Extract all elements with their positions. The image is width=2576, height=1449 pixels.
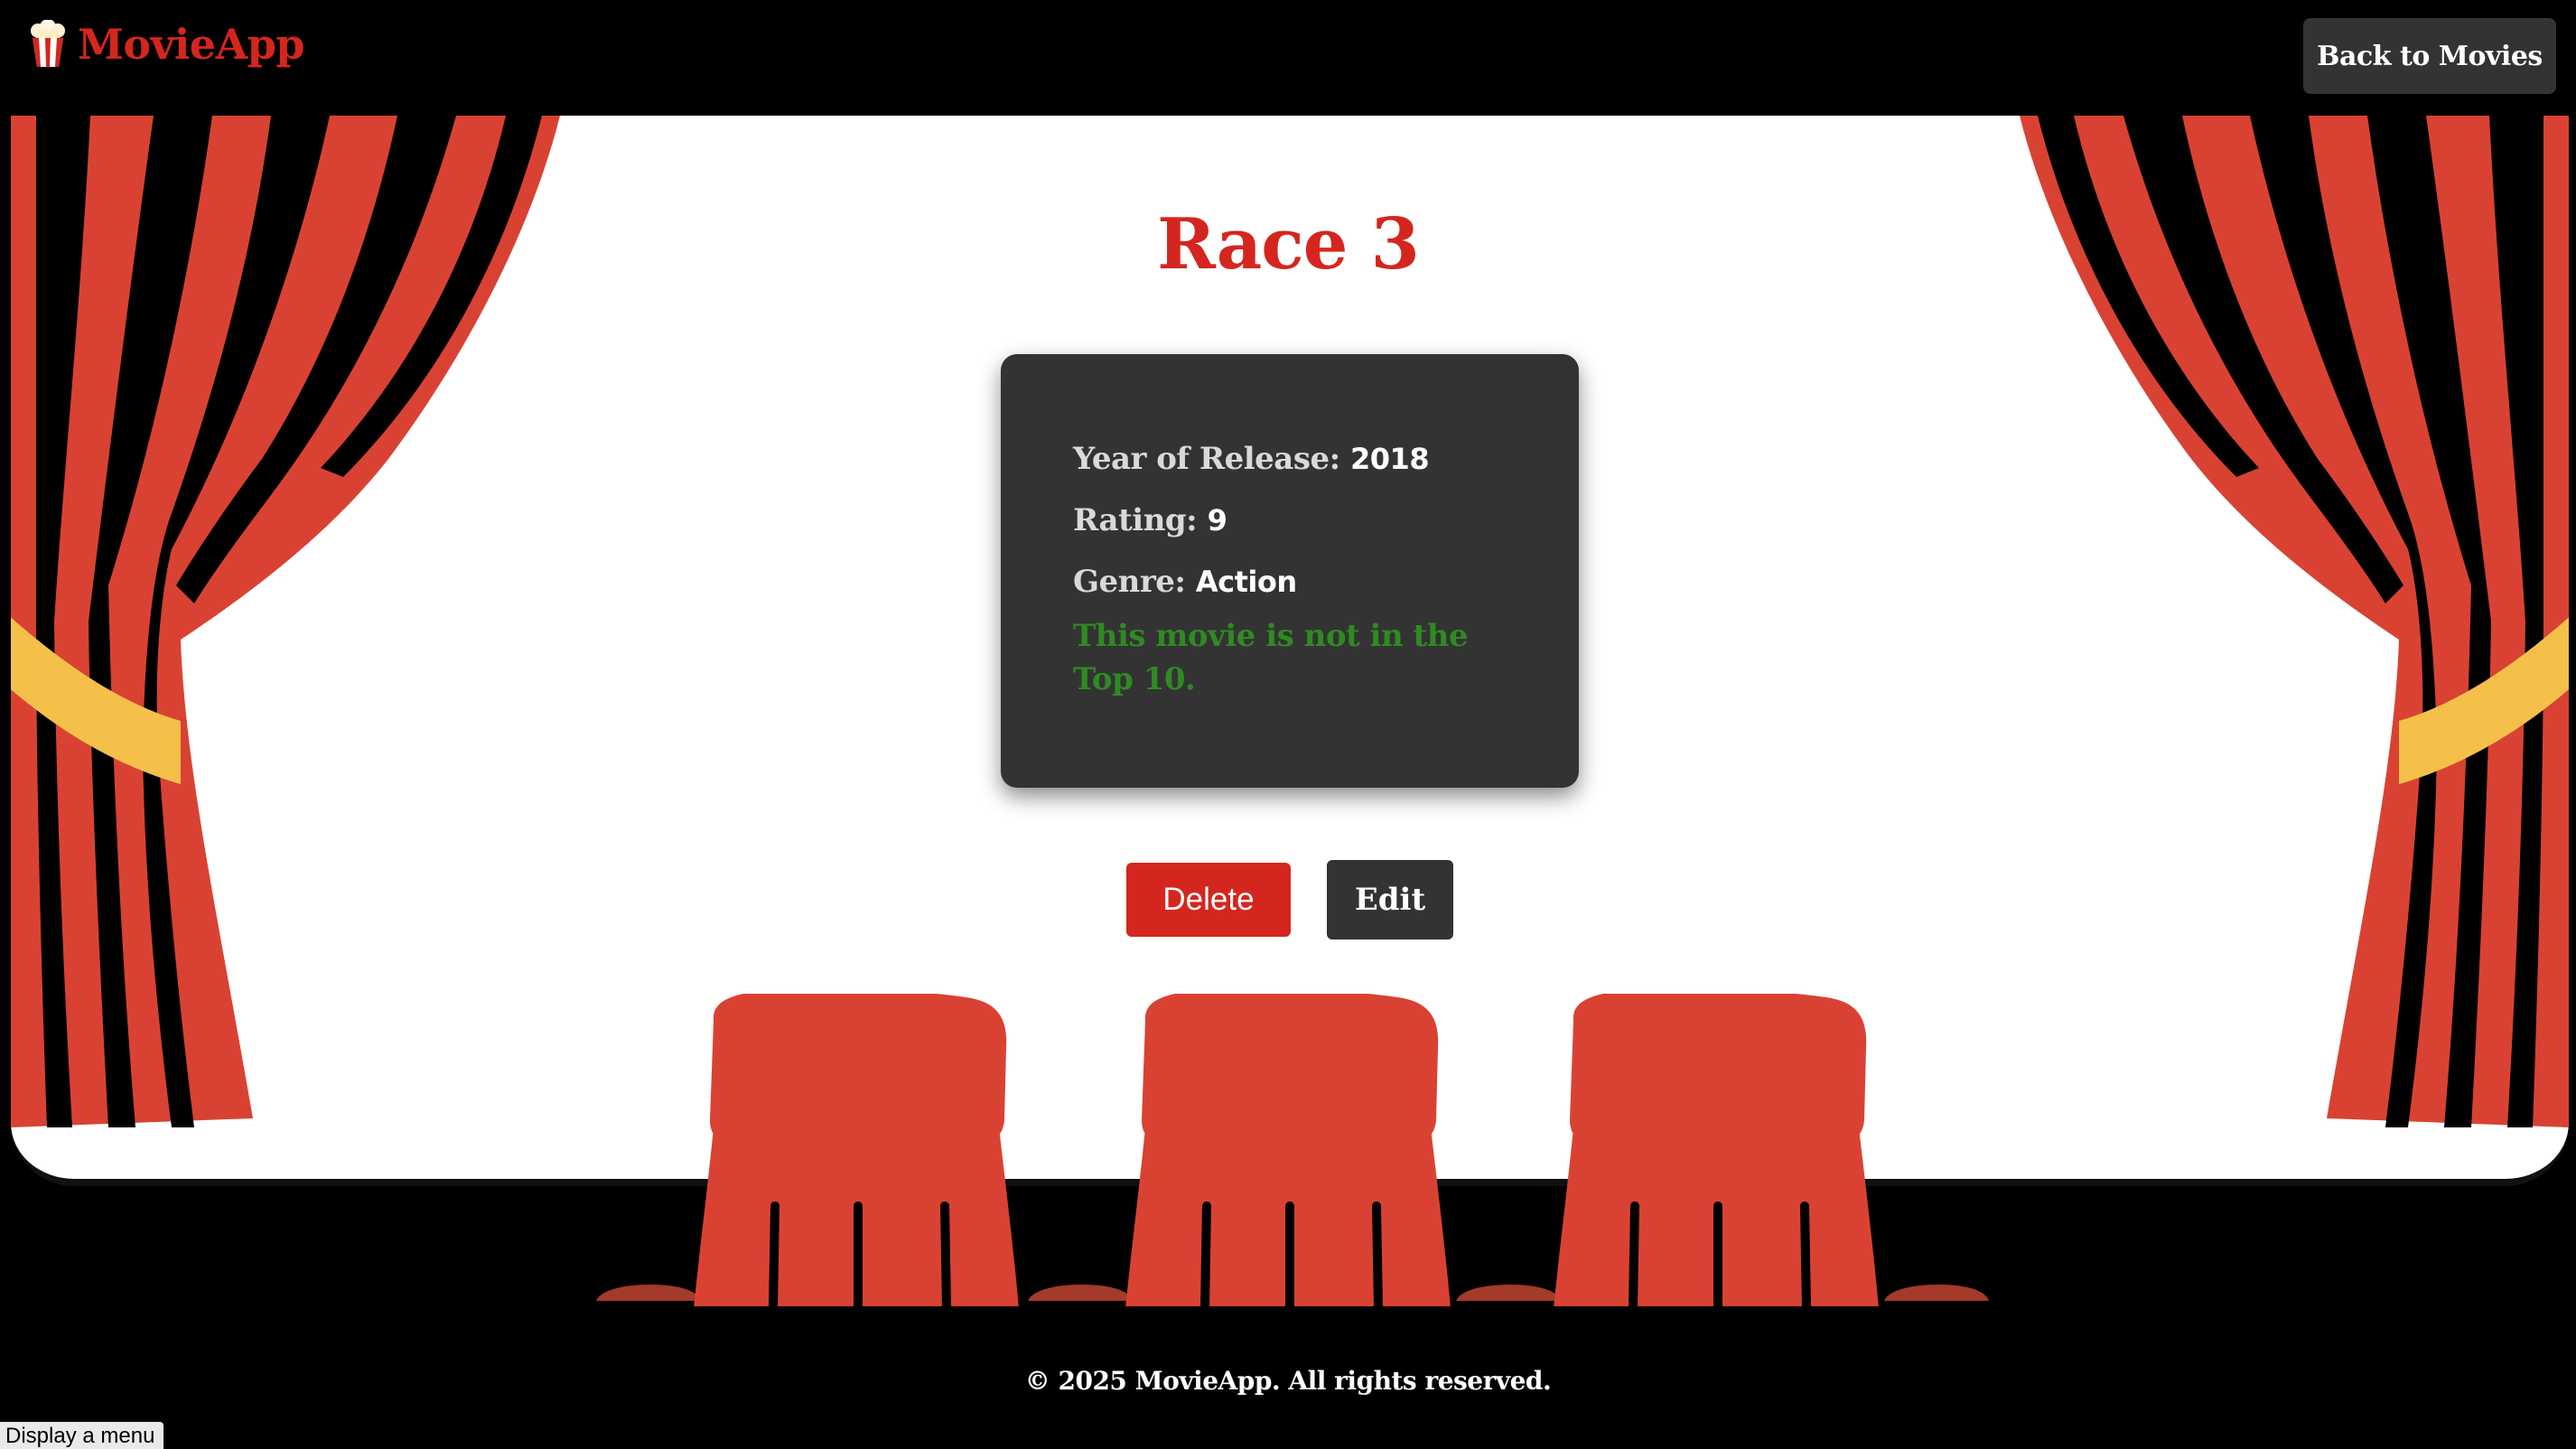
edit-button[interactable]: Edit — [1327, 860, 1453, 940]
year-of-release-label: Year of Release: — [1073, 441, 1340, 477]
top10-status-message: This movie is not in the Top 10. — [1073, 618, 1469, 697]
back-to-movies-button[interactable]: Back to Movies — [2303, 18, 2556, 94]
seat-2 — [1125, 994, 1451, 1310]
popcorn-icon — [31, 20, 65, 67]
rating-row: Rating: 9 — [1073, 490, 1579, 551]
movie-details-card: Year of Release: 2018 Rating: 9 Genre: A… — [1001, 354, 1579, 788]
year-of-release-value: 2018 — [1350, 442, 1430, 476]
rating-value: 9 — [1207, 503, 1227, 538]
footer-copyright: © 2025 MovieApp. All rights reserved. — [1024, 1366, 1552, 1396]
genre-row: Genre: Action — [1073, 551, 1579, 612]
theater-seats-illustration — [542, 994, 2041, 1310]
display-menu-tooltip: Display a menu — [0, 1422, 164, 1449]
delete-button[interactable]: Delete — [1126, 863, 1291, 937]
genre-value: Action — [1195, 565, 1297, 599]
top-navbar: MovieApp Back to Movies — [0, 0, 2576, 116]
movie-detail-page: MovieApp Back to Movies Race 3 Year of R… — [0, 0, 2576, 1449]
year-of-release-row: Year of Release: 2018 — [1073, 428, 1579, 490]
brand-name: MovieApp — [78, 20, 305, 69]
seat-3 — [1554, 994, 1879, 1310]
movie-title: Race 3 — [1157, 203, 1420, 285]
genre-label: Genre: — [1073, 564, 1186, 600]
brand-link[interactable]: MovieApp — [27, 20, 305, 69]
seat-1 — [694, 994, 1019, 1310]
rating-label: Rating: — [1073, 502, 1198, 538]
